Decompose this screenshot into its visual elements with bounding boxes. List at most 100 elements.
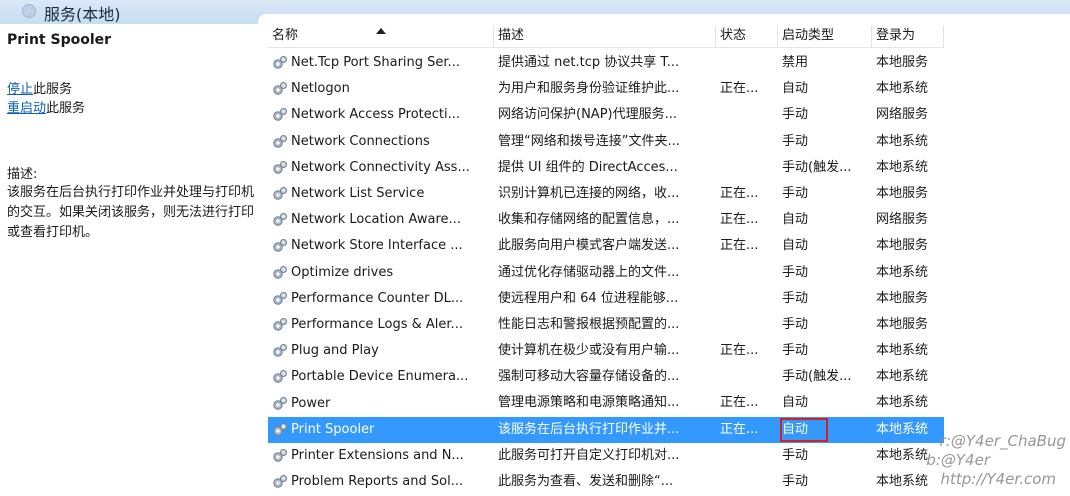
service-row[interactable]: Print Spooler 该服务在后台执行打印作业并... 正在... 自动 本地系统 <box>268 416 944 443</box>
service-name: Optimize drives <box>291 264 394 280</box>
startup-type-text: 手动 <box>782 133 809 149</box>
service-description: 此服务向用户模式客户端发送... <box>498 238 680 254</box>
watermark-line-1: r:@Y4er_ChaBug <box>939 432 1066 450</box>
service-name: Network Location Aware... <box>291 212 461 228</box>
service-startup-type: 手动 <box>778 102 872 128</box>
startup-type-text: 自动 <box>782 395 809 411</box>
service-description: 为用户和服务身份验证维护此... <box>498 81 680 97</box>
service-logon-as: 本地服务 <box>876 185 929 201</box>
services-icon <box>22 4 36 18</box>
column-status[interactable]: 状态 <box>716 26 778 48</box>
startup-type-text: 自动 <box>782 212 809 228</box>
restart-link[interactable]: 重启动 <box>7 101 46 116</box>
startup-type-text: 手动 <box>782 290 809 306</box>
service-logon-as: 本地服务 <box>876 316 929 332</box>
column-logon-as[interactable]: 登录为 <box>872 26 944 48</box>
service-startup-type: 手动(触发... <box>778 364 872 390</box>
service-name: Power <box>291 395 331 411</box>
service-description: 识别计算机已连接的网络，收... <box>498 185 680 201</box>
service-name-cell: Network Store Interface ... <box>268 233 494 259</box>
service-row[interactable]: Network Store Interface ... 此服务向用户模式客户端发送… <box>268 233 944 259</box>
service-row[interactable]: Network Access Protecti... 网络访问保护(NAP)代理服… <box>268 102 944 128</box>
stop-link[interactable]: 停止 <box>7 82 33 97</box>
service-logon-as: 本地系统 <box>876 264 929 280</box>
service-row[interactable]: Portable Device Enumera... 强制可移动大容量存储设备的.… <box>268 364 944 390</box>
service-name: Plug and Play <box>291 343 379 359</box>
service-status: 正在... <box>720 185 759 201</box>
column-description[interactable]: 描述 <box>494 26 716 48</box>
startup-type-text: 自动 <box>782 238 809 254</box>
stop-action: 停止此服务 <box>7 78 72 97</box>
service-row[interactable]: Plug and Play 使计算机在极少或没有用户输... 正在... 手动 本地系统 <box>268 338 944 364</box>
service-name-cell: Performance Counter DL... <box>268 286 494 312</box>
service-logon-as: 本地系统 <box>876 395 929 411</box>
service-description: 管理电源策略和电源策略通知... <box>498 395 680 411</box>
startup-type-text: 禁用 <box>782 55 809 70</box>
service-description: 该服务在后台执行打印作业并... <box>498 421 680 437</box>
service-name-cell: Performance Logs & Aler... <box>268 312 494 338</box>
services-list: Net.Tcp Port Sharing Ser... 提供通过 net.tcp … <box>268 50 944 495</box>
service-row[interactable]: Printer Extensions and N... 此服务可打开自定义打印机对… <box>268 443 944 469</box>
service-startup-type: 手动 <box>778 129 872 155</box>
gear-icon <box>273 422 287 436</box>
service-startup-type: 自动 <box>778 390 872 416</box>
service-logon-as: 本地服务 <box>876 290 929 306</box>
service-startup-type: 自动 <box>778 417 872 443</box>
service-row[interactable]: Problem Reports and Sol... 此服务为查看、发送和删除“.… <box>268 469 944 495</box>
service-name-cell: Problem Reports and Sol... <box>268 469 494 495</box>
service-logon-as: 本地系统 <box>876 369 929 385</box>
service-row[interactable]: Network Location Aware... 收集和存储网络的配置信息，..… <box>268 207 944 233</box>
service-logon-as: 本地服务 <box>876 55 929 70</box>
description-text: 该服务在后台执行打印作业并处理与打印机的交互。如果关闭该服务，则无法进行打印或查… <box>7 185 255 240</box>
gear-icon <box>273 317 287 331</box>
service-status: 正在... <box>720 421 759 437</box>
stop-suffix: 此服务 <box>33 82 73 97</box>
service-description: 此服务为查看、发送和删除“... <box>498 474 674 489</box>
service-row[interactable]: Power 管理电源策略和电源策略通知... 正在... 自动 本地系统 <box>268 390 944 416</box>
service-row[interactable]: Network Connections 管理“网络和拨号连接”文件夹... 手动 本地… <box>268 129 944 155</box>
service-description: 提供通过 net.tcp 协议共享 T... <box>498 55 680 70</box>
gear-icon <box>273 291 287 305</box>
service-name-cell: Network Connectivity Ass... <box>268 155 494 181</box>
service-row[interactable]: Network Connectivity Ass... 提供 UI 组件的 Dir… <box>268 155 944 181</box>
service-description: 性能日志和警报根据预配置的... <box>498 316 680 332</box>
service-row[interactable]: Netlogon 为用户和服务身份验证维护此... 正在... 自动 本地系统 <box>268 76 944 102</box>
column-name[interactable]: 名称 <box>268 26 494 48</box>
service-row[interactable]: Performance Counter DL... 使远程用户和 64 位进程能够… <box>268 286 944 312</box>
gear-icon <box>273 108 287 122</box>
startup-type-text: 自动 <box>782 81 809 97</box>
service-row[interactable]: Net.Tcp Port Sharing Ser... 提供通过 net.tcp … <box>268 50 944 76</box>
service-status <box>716 469 778 495</box>
service-name: Network Connections <box>291 133 430 149</box>
gear-icon <box>273 239 287 253</box>
service-description: 收集和存储网络的配置信息，... <box>498 212 680 228</box>
highlight-box <box>780 417 828 442</box>
service-name: Net.Tcp Port Sharing Ser... <box>291 55 460 71</box>
service-startup-type: 手动 <box>778 260 872 286</box>
startup-type-text: 手动 <box>782 107 809 123</box>
service-row[interactable]: Network List Service 识别计算机已连接的网络，收... 正在..… <box>268 181 944 207</box>
service-name: Network Access Protecti... <box>291 107 461 123</box>
service-name-cell: Optimize drives <box>268 260 494 286</box>
service-name-cell: Printer Extensions and N... <box>268 443 494 469</box>
startup-type-text: 手动(触发... <box>782 369 852 385</box>
service-description: 网络访问保护(NAP)代理服务... <box>498 107 677 123</box>
service-name: Network Store Interface ... <box>291 238 463 254</box>
service-row[interactable]: Optimize drives 通过优化存储驱动器上的文件... 手动 本地系统 <box>268 260 944 286</box>
service-description: 管理“网络和拨号连接”文件夹... <box>498 133 680 149</box>
service-description: 通过优化存储驱动器上的文件... <box>498 264 680 280</box>
service-row[interactable]: Performance Logs & Aler... 性能日志和警报根据预配置的.… <box>268 312 944 338</box>
service-status <box>716 50 778 76</box>
service-startup-type: 手动(触发... <box>778 155 872 181</box>
service-startup-type: 自动 <box>778 233 872 259</box>
column-startup-type[interactable]: 启动类型 <box>778 26 872 48</box>
service-startup-type: 手动 <box>778 286 872 312</box>
service-startup-type: 手动 <box>778 469 872 495</box>
service-logon-as: 本地系统 <box>876 81 929 97</box>
column-header: 名称 描述 状态 启动类型 登录为 <box>268 26 944 48</box>
service-logon-as: 本地系统 <box>876 474 929 489</box>
service-logon-as: 本地系统 <box>876 133 929 149</box>
service-logon-as: 网络服务 <box>876 212 929 228</box>
service-description: 强制可移动大容量存储设备的... <box>498 369 680 385</box>
service-name-cell: Network List Service <box>268 181 494 207</box>
